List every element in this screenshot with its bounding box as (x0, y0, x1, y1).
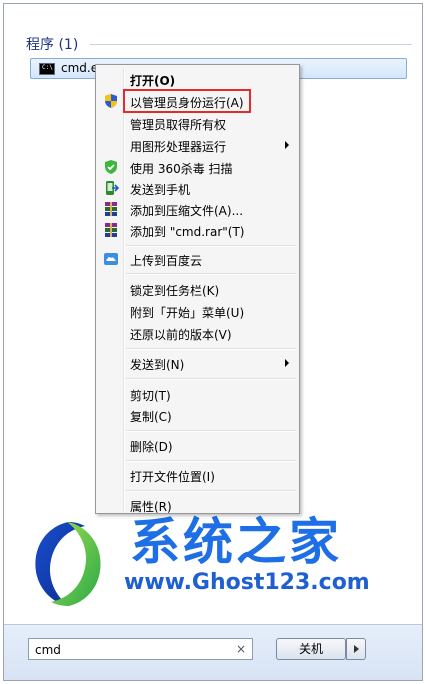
search-bar-area: × 关机 (4, 624, 422, 680)
menu-item-label: 还原以前的版本(V) (130, 328, 232, 342)
menu-item-run-with-gpu[interactable]: 用图形处理器运行 (98, 135, 297, 155)
menu-item-copy[interactable]: 复制(C) (98, 405, 297, 425)
context-menu: 打开(O) 以管理员身份运行(A) 管理员取得所有权 用图形处理器运行 使用 3… (95, 64, 300, 514)
menu-item-label: 添加到压缩文件(A)... (130, 204, 244, 218)
menu-item-pin-start[interactable]: 附到「开始」菜单(U) (98, 301, 297, 321)
menu-separator (126, 460, 296, 462)
menu-item-label: 复制(C) (130, 410, 172, 424)
shutdown-button[interactable]: 关机 (276, 638, 346, 660)
chevron-right-icon (354, 645, 359, 653)
logo-ring-icon (29, 518, 107, 610)
menu-item-pin-taskbar[interactable]: 锁定到任务栏(K) (98, 279, 297, 299)
menu-item-label: 发送到(N) (130, 358, 185, 372)
winrar-icon (103, 222, 119, 238)
uac-shield-icon (103, 93, 119, 109)
menu-item-label: 附到「开始」菜单(U) (130, 306, 245, 320)
menu-item-restore-versions[interactable]: 还原以前的版本(V) (98, 323, 297, 343)
menu-item-delete[interactable]: 删除(D) (98, 435, 297, 455)
programs-header: 程序 (1) (26, 37, 79, 53)
menu-item-label: 锁定到任务栏(K) (130, 284, 220, 298)
menu-item-label: 发送到手机 (130, 183, 191, 197)
menu-item-label: 删除(D) (130, 440, 173, 454)
menu-item-properties[interactable]: 属性(R) (98, 495, 297, 515)
phone-send-icon (103, 180, 120, 196)
submenu-arrow-icon (285, 359, 289, 367)
winrar-icon (103, 201, 119, 217)
menu-item-open[interactable]: 打开(O) (98, 69, 297, 89)
menu-item-cut[interactable]: 剪切(T) (98, 384, 297, 404)
menu-item-label: 用图形处理器运行 (130, 140, 227, 154)
search-box[interactable]: × (28, 638, 253, 660)
menu-separator (126, 348, 296, 350)
menu-item-label: 属性(R) (130, 500, 172, 514)
menu-item-open-location[interactable]: 打开文件位置(I) (98, 465, 297, 485)
search-input[interactable] (33, 641, 227, 659)
menu-item-label: 管理员取得所有权 (130, 118, 227, 132)
menu-item-label: 使用 360杀毒 扫描 (130, 162, 233, 176)
menu-item-label: 打开(O) (130, 74, 176, 88)
run-as-admin-highlight-box (123, 89, 251, 113)
menu-item-label: 打开文件位置(I) (130, 470, 215, 484)
watermark-url: www.Ghost123.com (124, 570, 370, 595)
menu-item-label: 上传到百度云 (130, 254, 203, 268)
menu-item-send-to[interactable]: 发送到(N) (98, 353, 297, 373)
menu-separator (126, 490, 296, 492)
submenu-arrow-icon (285, 141, 289, 149)
menu-item-label: 剪切(T) (130, 389, 171, 403)
menu-separator (126, 430, 296, 432)
360-shield-icon (103, 159, 119, 175)
menu-item-label: 添加到 "cmd.rar"(T) (130, 225, 245, 239)
menu-item-360-scan[interactable]: 使用 360杀毒 扫描 (98, 157, 297, 177)
baidu-cloud-icon (103, 251, 119, 267)
menu-item-send-to-phone[interactable]: 发送到手机 (98, 178, 297, 198)
menu-separator (126, 378, 296, 380)
shutdown-options-button[interactable] (346, 638, 366, 660)
menu-separator (126, 245, 296, 247)
menu-separator (126, 273, 296, 275)
menu-item-upload-baidu[interactable]: 上传到百度云 (98, 249, 297, 269)
clear-search-icon[interactable]: × (236, 642, 246, 656)
menu-item-add-to-archive[interactable]: 添加到压缩文件(A)... (98, 199, 297, 219)
menu-item-take-ownership[interactable]: 管理员取得所有权 (98, 113, 297, 133)
menu-item-add-to-cmd-rar[interactable]: 添加到 "cmd.rar"(T) (98, 220, 297, 240)
cmd-console-icon: C:\ (39, 63, 55, 75)
header-divider (90, 44, 412, 45)
